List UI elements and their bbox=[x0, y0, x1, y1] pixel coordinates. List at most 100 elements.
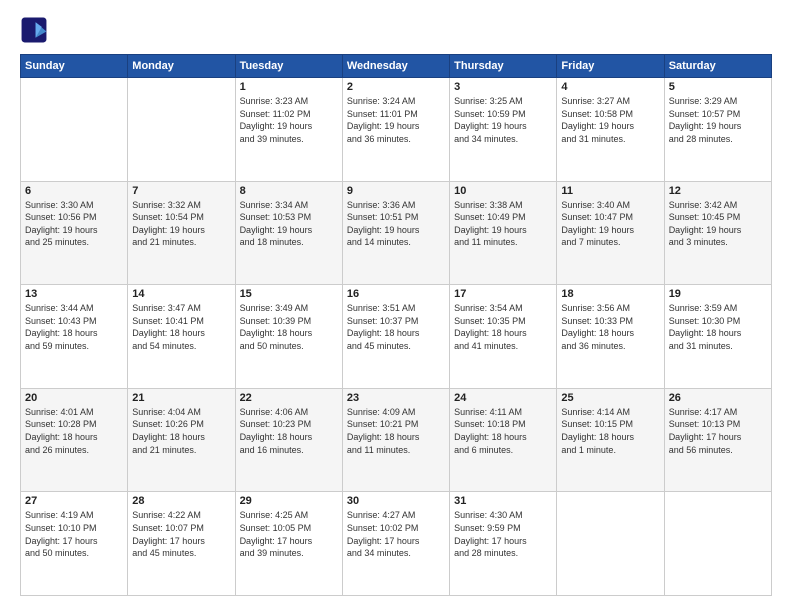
calendar-cell: 6Sunrise: 3:30 AM Sunset: 10:56 PM Dayli… bbox=[21, 181, 128, 285]
calendar-cell: 11 Sunrise: 3:40 AM Sunset: 10:47 PM Dayl… bbox=[557, 181, 664, 285]
day-info: Sunrise: 3:32 AM Sunset: 10:54 PM Daylig… bbox=[132, 199, 230, 249]
calendar-cell bbox=[557, 492, 664, 596]
calendar-week-row: 20 Sunrise: 4:01 AM Sunset: 10:28 PM Dayl… bbox=[21, 388, 772, 492]
calendar-cell: 4 Sunrise: 3:27 AM Sunset: 10:58 PM Dayli… bbox=[557, 78, 664, 182]
calendar-cell: 9 Sunrise: 3:36 AM Sunset: 10:51 PM Dayli… bbox=[342, 181, 449, 285]
day-number: 21 bbox=[132, 392, 230, 404]
day-info: Sunrise: 3:30 AM Sunset: 10:56 PM Daylig… bbox=[25, 199, 123, 249]
day-number: 23 bbox=[347, 392, 445, 404]
day-number: 19 bbox=[669, 288, 767, 300]
day-info: Sunrise: 3:34 AM Sunset: 10:53 PM Daylig… bbox=[240, 199, 338, 249]
weekday-header: Monday bbox=[128, 55, 235, 78]
weekday-header: Tuesday bbox=[235, 55, 342, 78]
day-info: Sunrise: 3:51 AM Sunset: 10:37 PM Daylig… bbox=[347, 302, 445, 352]
day-info: Sunrise: 4:27 AM Sunset: 10:02 PM Daylig… bbox=[347, 509, 445, 559]
calendar-cell: 14 Sunrise: 3:47 AM Sunset: 10:41 PM Dayl… bbox=[128, 285, 235, 389]
day-info: Sunrise: 3:38 AM Sunset: 10:49 PM Daylig… bbox=[454, 199, 552, 249]
day-number: 1 bbox=[240, 81, 338, 93]
day-info: Sunrise: 4:11 AM Sunset: 10:18 PM Daylig… bbox=[454, 406, 552, 456]
day-number: 15 bbox=[240, 288, 338, 300]
day-info: Sunrise: 3:29 AM Sunset: 10:57 PM Daylig… bbox=[669, 95, 767, 145]
day-info: Sunrise: 3:25 AM Sunset: 10:59 PM Daylig… bbox=[454, 95, 552, 145]
day-number: 30 bbox=[347, 495, 445, 507]
day-number: 9 bbox=[347, 185, 445, 197]
day-info: Sunrise: 3:47 AM Sunset: 10:41 PM Daylig… bbox=[132, 302, 230, 352]
day-info: Sunrise: 3:49 AM Sunset: 10:39 PM Daylig… bbox=[240, 302, 338, 352]
day-number: 27 bbox=[25, 495, 123, 507]
calendar-cell: 3 Sunrise: 3:25 AM Sunset: 10:59 PM Dayli… bbox=[450, 78, 557, 182]
day-number: 13 bbox=[25, 288, 123, 300]
day-number: 28 bbox=[132, 495, 230, 507]
day-info: Sunrise: 4:30 AM Sunset: 9:59 PM Dayligh… bbox=[454, 509, 552, 559]
day-info: Sunrise: 3:36 AM Sunset: 10:51 PM Daylig… bbox=[347, 199, 445, 249]
day-info: Sunrise: 4:06 AM Sunset: 10:23 PM Daylig… bbox=[240, 406, 338, 456]
calendar-cell: 27 Sunrise: 4:19 AM Sunset: 10:10 PM Dayl… bbox=[21, 492, 128, 596]
calendar-cell: 19 Sunrise: 3:59 AM Sunset: 10:30 PM Dayl… bbox=[664, 285, 771, 389]
logo-icon bbox=[20, 16, 48, 44]
weekday-header: Saturday bbox=[664, 55, 771, 78]
day-info: Sunrise: 3:59 AM Sunset: 10:30 PM Daylig… bbox=[669, 302, 767, 352]
calendar-cell: 5 Sunrise: 3:29 AM Sunset: 10:57 PM Dayli… bbox=[664, 78, 771, 182]
calendar-cell: 10Sunrise: 3:38 AM Sunset: 10:49 PM Dayl… bbox=[450, 181, 557, 285]
calendar-cell bbox=[128, 78, 235, 182]
day-number: 17 bbox=[454, 288, 552, 300]
calendar-week-row: 27 Sunrise: 4:19 AM Sunset: 10:10 PM Dayl… bbox=[21, 492, 772, 596]
calendar-cell: 12Sunrise: 3:42 AM Sunset: 10:45 PM Dayl… bbox=[664, 181, 771, 285]
day-number: 4 bbox=[561, 81, 659, 93]
calendar-cell: 22 Sunrise: 4:06 AM Sunset: 10:23 PM Dayl… bbox=[235, 388, 342, 492]
page: SundayMondayTuesdayWednesdayThursdayFrid… bbox=[0, 0, 792, 612]
day-info: Sunrise: 4:25 AM Sunset: 10:05 PM Daylig… bbox=[240, 509, 338, 559]
logo bbox=[20, 16, 52, 44]
day-info: Sunrise: 4:09 AM Sunset: 10:21 PM Daylig… bbox=[347, 406, 445, 456]
calendar-cell: 26 Sunrise: 4:17 AM Sunset: 10:13 PM Dayl… bbox=[664, 388, 771, 492]
day-info: Sunrise: 3:44 AM Sunset: 10:43 PM Daylig… bbox=[25, 302, 123, 352]
day-info: Sunrise: 4:19 AM Sunset: 10:10 PM Daylig… bbox=[25, 509, 123, 559]
day-number: 26 bbox=[669, 392, 767, 404]
calendar-cell: 30 Sunrise: 4:27 AM Sunset: 10:02 PM Dayl… bbox=[342, 492, 449, 596]
calendar-week-row: 13 Sunrise: 3:44 AM Sunset: 10:43 PM Dayl… bbox=[21, 285, 772, 389]
day-number: 18 bbox=[561, 288, 659, 300]
day-number: 8 bbox=[240, 185, 338, 197]
day-number: 7 bbox=[132, 185, 230, 197]
weekday-header: Wednesday bbox=[342, 55, 449, 78]
calendar-cell: 15 Sunrise: 3:49 AM Sunset: 10:39 PM Dayl… bbox=[235, 285, 342, 389]
calendar-cell: 7 Sunrise: 3:32 AM Sunset: 10:54 PM Dayli… bbox=[128, 181, 235, 285]
day-info: Sunrise: 4:01 AM Sunset: 10:28 PM Daylig… bbox=[25, 406, 123, 456]
day-number: 14 bbox=[132, 288, 230, 300]
day-number: 3 bbox=[454, 81, 552, 93]
day-info: Sunrise: 4:14 AM Sunset: 10:15 PM Daylig… bbox=[561, 406, 659, 456]
weekday-header: Friday bbox=[557, 55, 664, 78]
calendar-cell: 23 Sunrise: 4:09 AM Sunset: 10:21 PM Dayl… bbox=[342, 388, 449, 492]
weekday-header: Thursday bbox=[450, 55, 557, 78]
day-number: 20 bbox=[25, 392, 123, 404]
day-number: 29 bbox=[240, 495, 338, 507]
day-number: 11 bbox=[561, 185, 659, 197]
calendar-cell bbox=[21, 78, 128, 182]
calendar-cell: 2Sunrise: 3:24 AM Sunset: 11:01 PM Dayli… bbox=[342, 78, 449, 182]
calendar-cell: 16 Sunrise: 3:51 AM Sunset: 10:37 PM Dayl… bbox=[342, 285, 449, 389]
calendar-week-row: 6Sunrise: 3:30 AM Sunset: 10:56 PM Dayli… bbox=[21, 181, 772, 285]
calendar-table: SundayMondayTuesdayWednesdayThursdayFrid… bbox=[20, 54, 772, 596]
calendar-cell: 25Sunrise: 4:14 AM Sunset: 10:15 PM Dayl… bbox=[557, 388, 664, 492]
day-info: Sunrise: 3:40 AM Sunset: 10:47 PM Daylig… bbox=[561, 199, 659, 249]
calendar-cell: 29 Sunrise: 4:25 AM Sunset: 10:05 PM Dayl… bbox=[235, 492, 342, 596]
calendar-cell: 13 Sunrise: 3:44 AM Sunset: 10:43 PM Dayl… bbox=[21, 285, 128, 389]
calendar-cell: 17Sunrise: 3:54 AM Sunset: 10:35 PM Dayl… bbox=[450, 285, 557, 389]
calendar-header-row: SundayMondayTuesdayWednesdayThursdayFrid… bbox=[21, 55, 772, 78]
day-info: Sunrise: 4:17 AM Sunset: 10:13 PM Daylig… bbox=[669, 406, 767, 456]
day-number: 5 bbox=[669, 81, 767, 93]
day-number: 2 bbox=[347, 81, 445, 93]
day-info: Sunrise: 3:27 AM Sunset: 10:58 PM Daylig… bbox=[561, 95, 659, 145]
calendar-cell bbox=[664, 492, 771, 596]
calendar-cell: 18Sunrise: 3:56 AM Sunset: 10:33 PM Dayl… bbox=[557, 285, 664, 389]
day-number: 24 bbox=[454, 392, 552, 404]
calendar-cell: 21 Sunrise: 4:04 AM Sunset: 10:26 PM Dayl… bbox=[128, 388, 235, 492]
day-number: 22 bbox=[240, 392, 338, 404]
calendar-cell: 20 Sunrise: 4:01 AM Sunset: 10:28 PM Dayl… bbox=[21, 388, 128, 492]
calendar-cell: 28Sunrise: 4:22 AM Sunset: 10:07 PM Dayl… bbox=[128, 492, 235, 596]
calendar-cell: 31Sunrise: 4:30 AM Sunset: 9:59 PM Dayli… bbox=[450, 492, 557, 596]
day-number: 16 bbox=[347, 288, 445, 300]
day-info: Sunrise: 3:42 AM Sunset: 10:45 PM Daylig… bbox=[669, 199, 767, 249]
day-info: Sunrise: 4:04 AM Sunset: 10:26 PM Daylig… bbox=[132, 406, 230, 456]
weekday-header: Sunday bbox=[21, 55, 128, 78]
